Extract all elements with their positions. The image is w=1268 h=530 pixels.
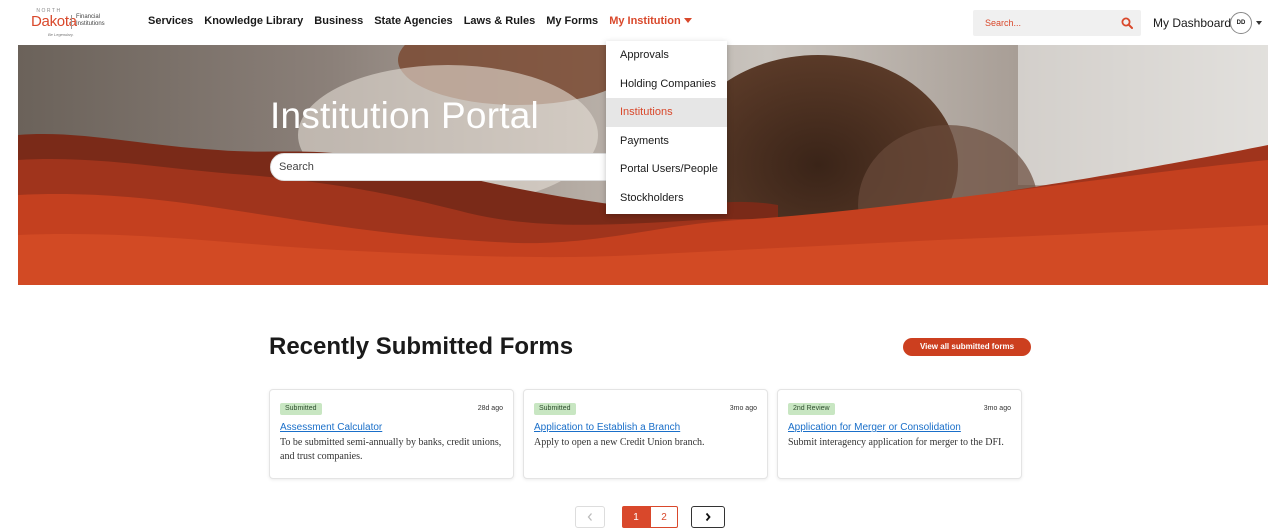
pagination-next-button[interactable] (691, 506, 725, 528)
dropdown-item-holding-companies[interactable]: Holding Companies (606, 70, 727, 99)
dropdown-item-payments[interactable]: Payments (606, 127, 727, 156)
form-description: To be submitted semi-annually by banks, … (280, 437, 502, 462)
nav-item-services[interactable]: Services (148, 15, 193, 27)
form-card: Submitted 3mo ago Application to Establi… (523, 389, 768, 479)
header-search-input[interactable] (973, 10, 1113, 36)
time-ago: 3mo ago (983, 405, 1011, 412)
nav-item-laws-rules[interactable]: Laws & Rules (464, 15, 536, 27)
form-link[interactable]: Assessment Calculator (280, 422, 382, 433)
section-title: Recently Submitted Forms (269, 333, 574, 360)
time-ago: 3mo ago (729, 405, 757, 412)
header-search (973, 10, 1141, 36)
nav-item-state-agencies[interactable]: State Agencies (374, 15, 452, 27)
pagination-page-2[interactable]: 2 (650, 506, 678, 528)
form-link[interactable]: Application for Merger or Consolidation (788, 422, 961, 433)
nav-item-my-forms[interactable]: My Forms (546, 15, 598, 27)
dropdown-item-institutions[interactable]: Institutions (606, 98, 727, 127)
caret-down-icon[interactable] (1256, 21, 1262, 25)
nav-item-business[interactable]: Business (314, 15, 363, 27)
dropdown-item-portal-users[interactable]: Portal Users/People (606, 155, 727, 184)
form-card: 2nd Review 3mo ago Application for Merge… (777, 389, 1022, 479)
nd-dfi-logo[interactable]: NORTH Dakota Be Legendary. Financial Ins… (30, 8, 122, 37)
chevron-left-icon (587, 513, 592, 521)
nav-item-my-institution-label: My Institution (609, 15, 681, 27)
logo-separator (71, 15, 72, 29)
hero-search (270, 153, 620, 181)
dropdown-item-stockholders[interactable]: Stockholders (606, 184, 727, 213)
logo-tagline: Be Legendary. (48, 32, 74, 37)
my-institution-dropdown: Approvals Holding Companies Institutions… (606, 41, 727, 214)
view-all-submitted-forms-button[interactable]: View all submitted forms (903, 338, 1031, 356)
nav-item-knowledge-library[interactable]: Knowledge Library (204, 15, 303, 27)
hero-search-input[interactable] (271, 154, 619, 180)
nav-item-my-institution[interactable]: My Institution (609, 15, 692, 27)
status-badge: 2nd Review (788, 403, 835, 415)
hero-title: Institution Portal (270, 95, 539, 136)
form-description: Submit interagency application for merge… (788, 437, 1004, 448)
status-badge: Submitted (534, 403, 576, 415)
caret-down-icon (683, 18, 692, 23)
time-ago: 28d ago (477, 405, 503, 412)
my-dashboard-link[interactable]: My Dashboard (1153, 16, 1231, 30)
status-badge: Submitted (280, 403, 322, 415)
page: NORTH Dakota Be Legendary. Financial Ins… (0, 0, 1268, 530)
site-header: NORTH Dakota Be Legendary. Financial Ins… (0, 0, 1268, 45)
chevron-right-icon (705, 512, 711, 522)
logo-state-name: Dakota (31, 13, 77, 30)
main-nav: Services Knowledge Library Business Stat… (148, 15, 703, 27)
logo-department: Financial Institutions (76, 14, 105, 27)
pagination-prev-button[interactable] (575, 506, 605, 528)
pagination-page-1[interactable]: 1 (622, 506, 650, 528)
search-icon[interactable] (1121, 17, 1133, 29)
form-card: Submitted 28d ago Assessment Calculator … (269, 389, 514, 479)
avatar[interactable]: DD (1230, 12, 1252, 34)
form-link[interactable]: Application to Establish a Branch (534, 422, 680, 433)
dropdown-item-approvals[interactable]: Approvals (606, 41, 727, 70)
form-description: Apply to open a new Credit Union branch. (534, 437, 705, 448)
